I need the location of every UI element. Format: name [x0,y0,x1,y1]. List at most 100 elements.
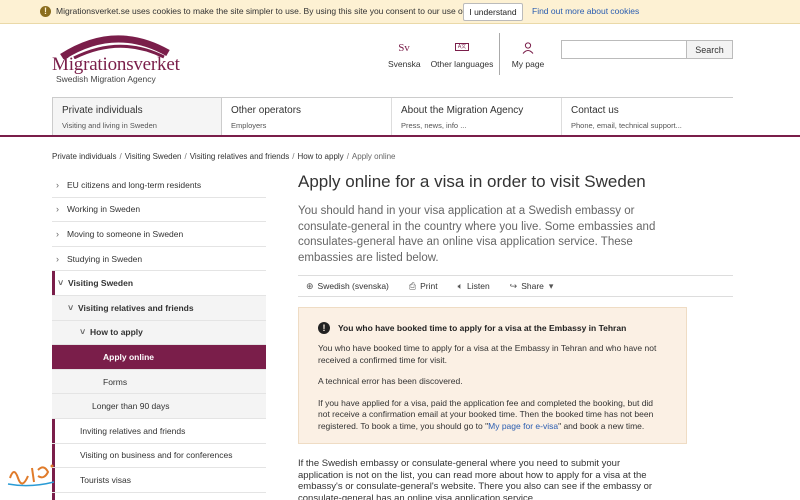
sidebar-item-label: Moving to someone in Sweden [67,228,184,239]
chevron-right-icon: › [56,228,59,239]
sidebar-item-label: Visiting relatives and friends [78,302,194,313]
sidebar-item-business[interactable]: Visiting on business and for conferences [52,444,266,469]
sidebar-item-how-to-apply[interactable]: ˅ How to apply [52,320,266,346]
chevron-down-icon: ˅ [68,302,74,313]
alert-heading: ! You who have booked time to apply for … [318,322,667,334]
alert-exclamation-icon: ! [318,322,330,334]
breadcrumb: Private individuals / Visiting Sweden / Visi… [52,152,396,161]
search-button[interactable]: Search [686,40,733,59]
share-icon: ↪ [509,280,518,291]
alert-heading-text: You who have booked time to apply for a … [338,323,627,333]
chevron-right-icon: › [56,179,59,190]
svenska-icon: Sv [398,42,410,54]
sidebar-item-visiting-sweden[interactable]: ˅ Visiting Sweden [52,271,266,296]
language-selector[interactable]: ⊕ Swedish (svenska) [306,281,389,292]
alert-paragraph: You who have booked time to apply for a … [318,343,657,365]
nav-tab-title: Private individuals [62,105,143,116]
logo-text[interactable]: Migrationsverket [52,54,180,76]
chevron-right-icon: › [56,204,59,215]
sidebar-item-label: Apply online [103,351,154,362]
languages-icon: A文 [430,42,494,54]
speaker-icon: 🔈︎ [457,280,463,291]
sidebar-item-label: EU citizens and long-term residents [67,179,202,190]
listen-button[interactable]: 🔈︎ Listen [458,281,490,292]
logo-subtitle: Swedish Migration Agency [56,74,156,84]
print-label: Print [420,281,438,291]
cookie-info-link[interactable]: Find out more about cookies [532,6,639,16]
sidebar-item-inviting[interactable]: Inviting relatives and friends [52,419,266,444]
main-content: Apply online for a visa in order to visi… [298,172,738,266]
sidebar-nav: › EU citizens and long-term residents › Wo… [52,173,266,493]
search-input[interactable] [561,40,687,59]
sidebar-item-label: Visiting Sweden [68,278,134,289]
nav-tab-title: About the Migration Agency [401,105,524,116]
my-page-e-visa-link[interactable]: My page for e-visa [488,421,558,431]
cookie-message: Migrationsverket.se uses cookies to make… [56,6,499,16]
alert-text: " and book a new time. [558,420,645,431]
sidebar-item-label: Tourists visas [80,474,132,485]
sidebar-item-eu-citizens[interactable]: › EU citizens and long-term residents [52,173,266,198]
share-label: Share [521,281,544,291]
sidebar-item-label: Working in Sweden [67,204,141,215]
page-toolbar: ⊕ Swedish (svenska) ⎙ Print 🔈︎ Listen ↪ Shar… [298,275,733,297]
chevron-down-icon: ˅ [80,327,86,338]
nav-tab-other-operators[interactable]: Other operators Employers [222,98,392,136]
sidebar-item-visiting-relatives[interactable]: ˅ Visiting relatives and friends [52,295,266,321]
breadcrumb-current: Apply online [351,152,396,161]
language-label: Swedish (svenska) [317,281,389,291]
nav-tab-subtitle: Phone, email, technical support... [571,121,682,130]
globe-icon: ⊕ [306,280,314,291]
nav-tab-title: Other operators [231,105,302,116]
printer-icon: ⎙ [408,280,417,291]
other-languages-label: Other languages [430,59,494,69]
sidebar-item-studying[interactable]: › Studying in Sweden [52,247,266,272]
my-page-label: My page [511,59,545,69]
sidebar-item-moving[interactable]: › Moving to someone in Sweden [52,222,266,247]
body-paragraph: If the Swedish embassy or consulate-gene… [298,458,653,500]
header-divider [499,33,500,75]
nav-tab-title: Contact us [571,105,619,116]
caret-down-icon: ▾ [548,280,554,291]
svenska-link[interactable]: Sv Svenska [388,42,421,69]
sidebar-item-label: Inviting relatives and friends [80,425,186,436]
nav-tab-subtitle: Employers [231,121,267,130]
other-languages-link[interactable]: A文 Other languages [430,42,494,69]
main-nav: Private individuals Visiting and living … [52,97,733,136]
sidebar-item-label: How to apply [90,327,143,338]
nav-tab-subtitle: Visiting and living in Sweden [62,121,157,130]
print-button[interactable]: ⎙ Print [409,281,438,292]
sidebar-item-forms[interactable]: Forms [52,369,266,395]
watermark-icon [7,464,55,487]
nav-underline [0,135,800,137]
chevron-down-icon: ˅ [58,278,64,289]
chevron-right-icon: › [56,253,59,264]
share-button[interactable]: ↪ Share ▾ [510,281,554,292]
sidebar-item-label: Visiting on business and for conferences [80,450,233,461]
exclamation-icon: ! [40,6,51,17]
page-title: Apply online for a visa in order to visi… [298,172,646,191]
nav-tab-private-individuals[interactable]: Private individuals Visiting and living … [52,98,222,136]
my-page-link[interactable]: My page [509,42,547,69]
sidebar-item-working[interactable]: › Working in Sweden [52,198,266,223]
breadcrumb-item[interactable]: Visiting relatives and friends [190,152,289,161]
sidebar-item-tourist-visas[interactable]: Tourists visas [52,468,266,493]
breadcrumb-item[interactable]: Visiting Sweden [125,152,182,161]
breadcrumb-item[interactable]: Private individuals [52,152,116,161]
nav-tab-subtitle: Press, news, info ... [401,121,467,130]
alert-paragraph: If you have applied for a visa, paid the… [318,398,667,433]
nav-tab-about[interactable]: About the Migration Agency Press, news, … [392,98,562,136]
sidebar-item-label: Longer than 90 days [92,401,170,412]
sidebar-item-label: Studying in Sweden [67,253,143,264]
sidebar-item-label: Forms [103,376,128,387]
alert-box: ! You who have booked time to apply for … [298,307,687,444]
svenska-label: Svenska [388,59,421,69]
user-icon [509,42,547,54]
breadcrumb-item[interactable]: How to apply [297,152,343,161]
listen-label: Listen [466,281,490,291]
sidebar-item-longer-than-90-days[interactable]: Longer than 90 days [52,394,266,419]
nav-tab-contact[interactable]: Contact us Phone, email, technical suppo… [562,98,732,136]
alert-paragraph: A technical error has been discovered. [318,376,463,386]
cookie-accept-button[interactable]: I understand [463,3,523,21]
lead-paragraph: You should hand in your visa application… [298,205,656,264]
sidebar-item-apply-online[interactable]: Apply online [52,345,266,370]
